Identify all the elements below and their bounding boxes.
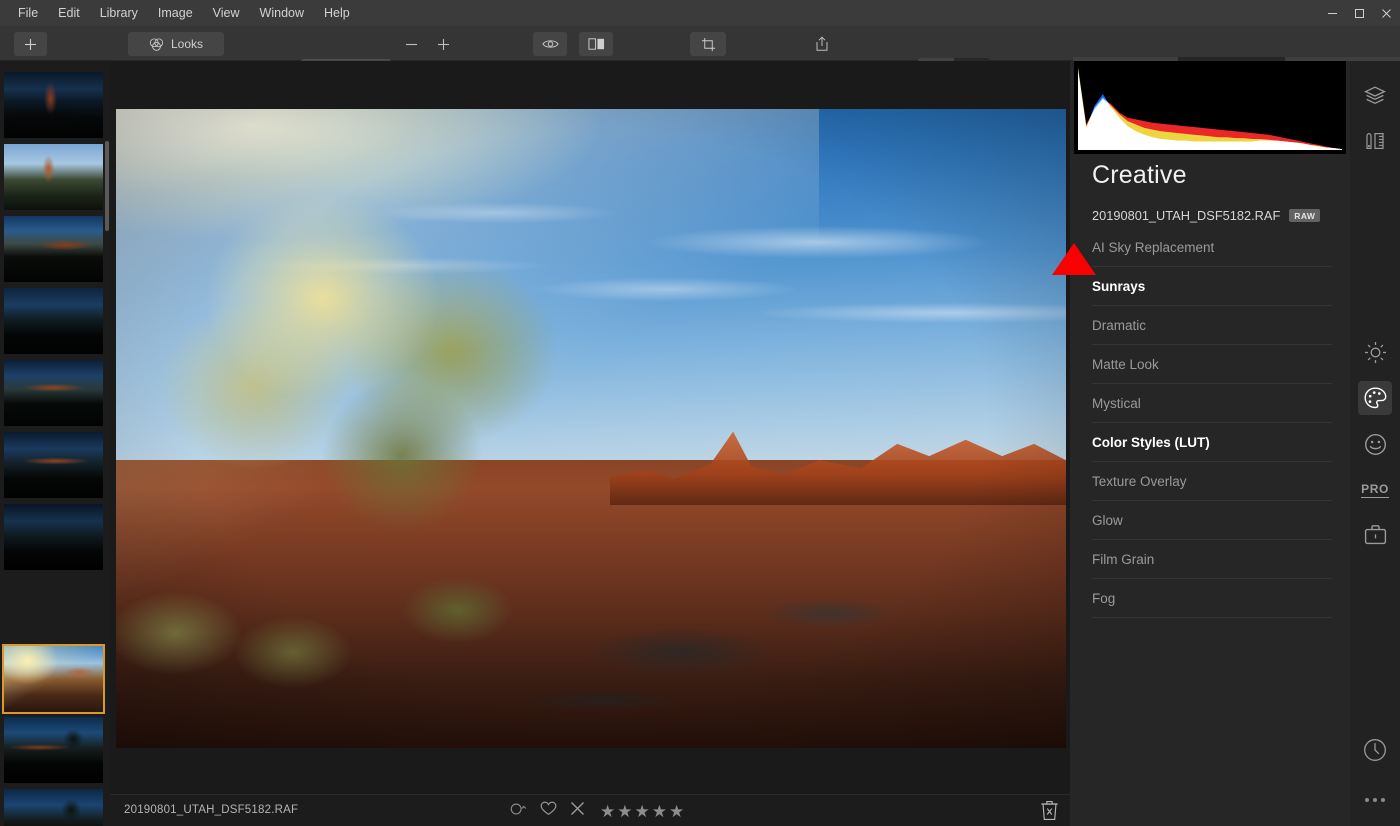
menu-item-window[interactable]: Window — [250, 2, 314, 24]
list-item[interactable] — [4, 360, 103, 426]
list-item-dramatic[interactable]: Dramatic — [1092, 306, 1332, 345]
layers-icon — [1364, 86, 1386, 105]
color-label-icon[interactable] — [510, 802, 527, 821]
list-item[interactable] — [4, 288, 103, 354]
list-item-texture-overlay[interactable]: Texture Overlay — [1092, 462, 1332, 501]
star-1[interactable]: ★ — [600, 803, 615, 820]
before-after-icon — [587, 38, 604, 50]
history-clock-icon — [1364, 739, 1386, 761]
filmstrip[interactable] — [0, 61, 110, 826]
more-dots-icon — [1365, 798, 1385, 802]
list-item[interactable] — [4, 72, 103, 138]
star-3[interactable]: ★ — [635, 803, 650, 820]
pro-button[interactable]: PRO — [1358, 473, 1392, 507]
list-item-film-grain[interactable]: Film Grain — [1092, 540, 1332, 579]
heart-icon[interactable] — [540, 801, 557, 821]
file-name: 20190801_UTAH_DSF5182.RAF — [1092, 207, 1281, 223]
star-4[interactable]: ★ — [652, 803, 667, 820]
menu-item-image[interactable]: Image — [148, 2, 203, 24]
crop-icon — [701, 37, 715, 51]
history-button[interactable] — [1358, 733, 1392, 767]
looks-button[interactable]: Looks — [128, 32, 224, 56]
star-rating[interactable]: ★ ★ ★ ★ ★ — [600, 803, 684, 820]
list-item-sunrays[interactable]: Sunrays — [1092, 267, 1332, 306]
list-item[interactable] — [4, 717, 103, 783]
annotation-arrow — [1052, 243, 1096, 275]
zoom-in-button[interactable] — [430, 32, 456, 56]
looks-icon — [149, 37, 164, 51]
portrait-face-icon — [1364, 433, 1386, 455]
trash-icon[interactable] — [1040, 799, 1059, 826]
menu-item-view[interactable]: View — [203, 2, 250, 24]
close-icon[interactable] — [1373, 0, 1400, 26]
creative-filter-list: AI Sky Replacement Sunrays Dramatic Matt… — [1092, 228, 1332, 618]
window-controls — [1319, 0, 1400, 26]
tools-ruler-icon — [1366, 132, 1384, 149]
looks-label: Looks — [170, 37, 204, 51]
share-button[interactable] — [804, 32, 840, 56]
rating-controls: ★ ★ ★ ★ ★ — [510, 795, 684, 826]
light-sun-icon — [1364, 341, 1386, 363]
preview-toggle-button[interactable] — [533, 32, 567, 56]
reject-x-icon[interactable] — [570, 801, 585, 821]
list-item[interactable] — [4, 504, 103, 570]
filmstrip-scrollbar[interactable] — [105, 141, 109, 231]
palette-icon — [1363, 387, 1386, 409]
list-item-matte-look[interactable]: Matte Look — [1092, 345, 1332, 384]
application-window: File Edit Library Image View Window Help — [0, 0, 1400, 826]
portrait-button[interactable] — [1358, 427, 1392, 461]
toolbar: Looks 15% ▼ — [0, 26, 1400, 83]
crop-button[interactable] — [690, 32, 726, 56]
compare-button[interactable] — [579, 32, 613, 56]
layers-button[interactable] — [1358, 79, 1392, 113]
eye-icon — [541, 40, 559, 48]
page-title: Creative — [1092, 161, 1187, 189]
right-panel: Creative 20190801_UTAH_DSF5182.RAF RAW A… — [1070, 61, 1350, 826]
briefcase-icon — [1364, 524, 1386, 544]
light-button[interactable] — [1358, 335, 1392, 369]
photo-vignette — [116, 109, 1066, 748]
tool-rail: PRO — [1350, 61, 1400, 826]
menu-item-edit[interactable]: Edit — [48, 2, 90, 24]
share-icon — [816, 36, 828, 51]
file-row: 20190801_UTAH_DSF5182.RAF RAW — [1092, 202, 1332, 228]
image-canvas[interactable] — [110, 61, 1070, 794]
menu-bar: File Edit Library Image View Window Help — [0, 0, 1400, 26]
add-button[interactable] — [14, 32, 47, 56]
list-item-ai-sky-replacement[interactable]: AI Sky Replacement — [1092, 228, 1332, 267]
list-item-color-styles-lut[interactable]: Color Styles (LUT) — [1092, 423, 1332, 462]
list-item[interactable] — [4, 216, 103, 282]
star-2[interactable]: ★ — [617, 803, 632, 820]
list-item-fog[interactable]: Fog — [1092, 579, 1332, 618]
zoom-out-button[interactable] — [398, 32, 424, 56]
status-bar: 20190801_UTAH_DSF5182.RAF ★ ★ ★ ★ ★ — [110, 794, 1070, 826]
list-item-mystical[interactable]: Mystical — [1092, 384, 1332, 423]
list-item[interactable] — [4, 144, 103, 210]
status-filename: 20190801_UTAH_DSF5182.RAF — [124, 804, 299, 816]
list-item[interactable] — [4, 432, 103, 498]
color-palette-button[interactable] — [1358, 381, 1392, 415]
list-item-glow[interactable]: Glow — [1092, 501, 1332, 540]
maximize-icon[interactable] — [1346, 0, 1373, 26]
minimize-icon[interactable] — [1319, 0, 1346, 26]
menu-item-file[interactable]: File — [8, 2, 48, 24]
list-item[interactable] — [2, 644, 105, 714]
menu-item-help[interactable]: Help — [314, 2, 360, 24]
tools-button[interactable] — [1358, 125, 1392, 159]
more-options-button[interactable] — [1358, 783, 1392, 817]
list-item[interactable] — [4, 789, 103, 826]
star-5[interactable]: ★ — [669, 803, 684, 820]
histogram-chart — [1078, 66, 1342, 150]
main-photo[interactable] — [116, 109, 1066, 748]
menu-items: File Edit Library Image View Window Help — [0, 2, 360, 24]
raw-badge: RAW — [1289, 208, 1321, 222]
histogram — [1074, 61, 1346, 154]
extras-button[interactable] — [1358, 517, 1392, 551]
pro-label: PRO — [1361, 482, 1389, 498]
menu-item-library[interactable]: Library — [90, 2, 148, 24]
